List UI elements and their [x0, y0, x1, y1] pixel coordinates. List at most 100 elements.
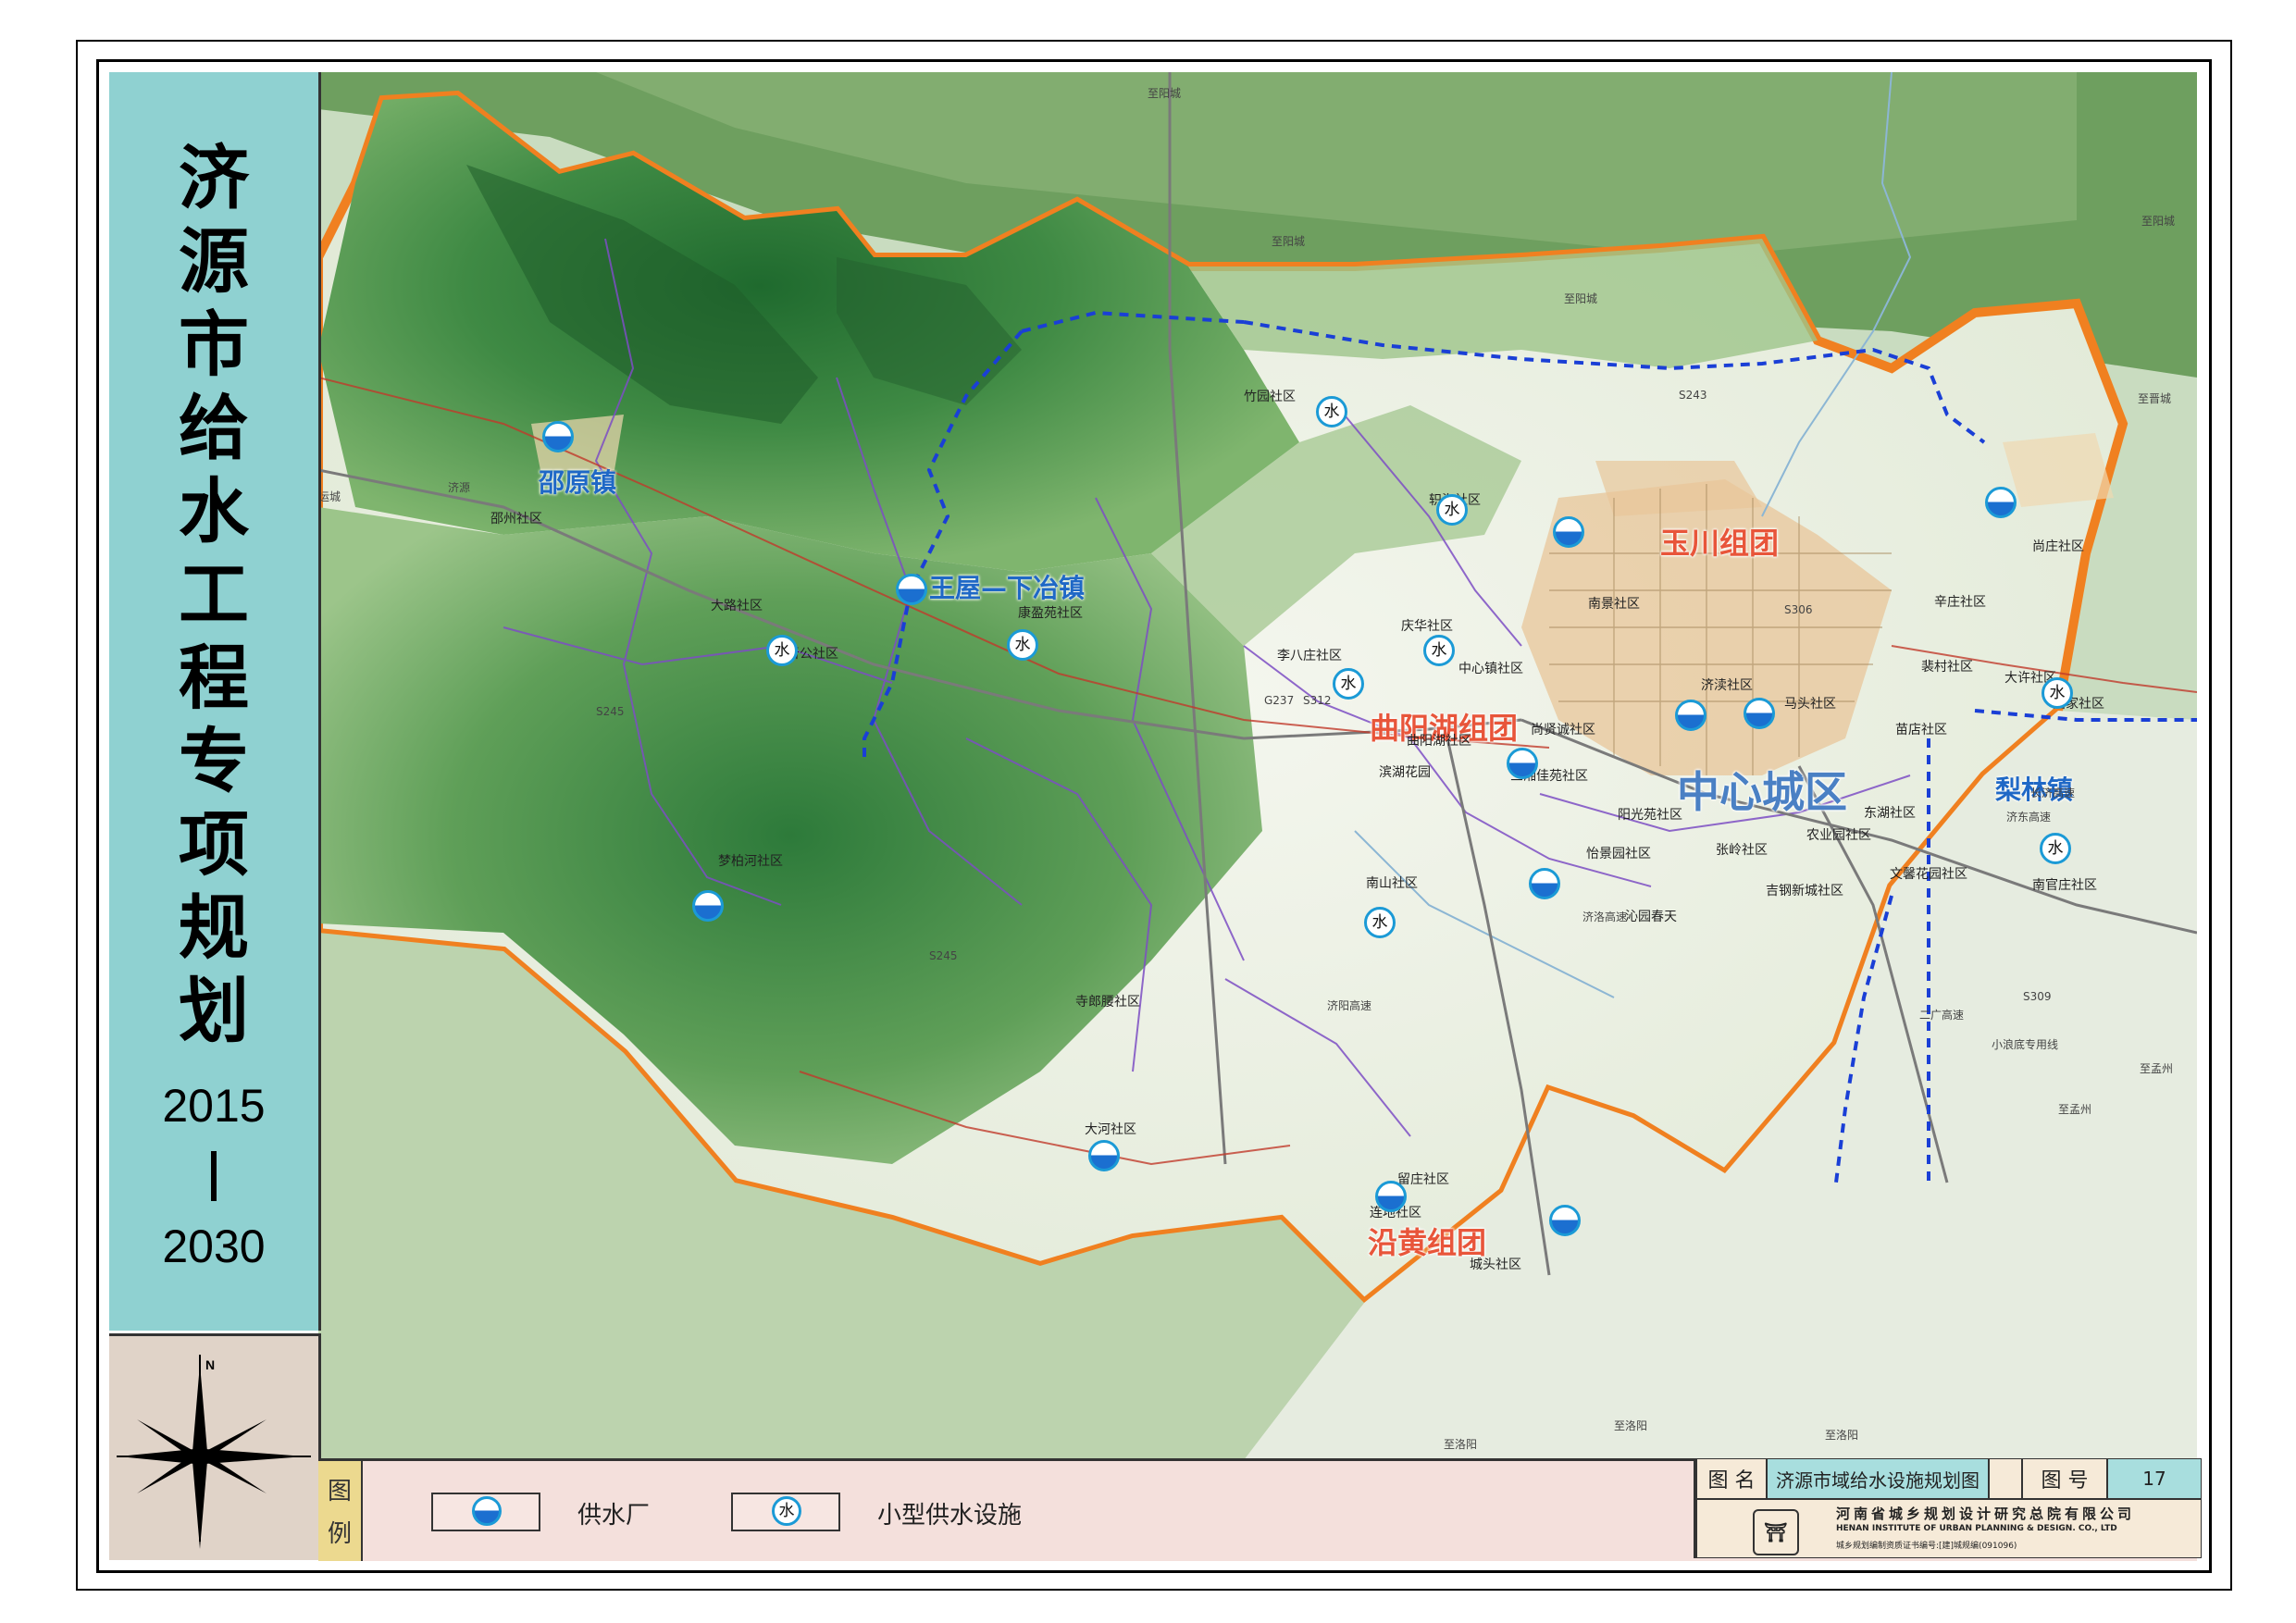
- year-end: 2030: [162, 1220, 266, 1272]
- small-water-facility-icon[interactable]: 水: [1423, 635, 1455, 666]
- place-label: 怡景园社区: [1586, 847, 1651, 861]
- road-label: 至孟州: [2140, 1062, 2174, 1075]
- place-label: 裴村社区: [1921, 660, 1973, 675]
- year-start: 2015: [162, 1080, 266, 1132]
- road-label: 至晋城: [2138, 392, 2172, 405]
- water-plant-icon[interactable]: [692, 890, 724, 922]
- place-label: 尚庄社区: [2032, 539, 2084, 554]
- place-label: 张岭社区: [1716, 843, 1768, 858]
- place-label: 济渎社区: [1701, 678, 1753, 693]
- legend-heading-char: 图: [327, 1478, 352, 1505]
- place-label: 竹园社区: [1244, 390, 1296, 404]
- small-water-facility-icon[interactable]: 水: [1364, 907, 1396, 938]
- road-label: 济东高速: [2006, 811, 2052, 824]
- place-label: 尚贤诚社区: [1531, 723, 1595, 737]
- map-name-label: 图 名: [1696, 1458, 1767, 1499]
- small-water-facility-icon[interactable]: 水: [1316, 396, 1347, 427]
- title-char: 水: [179, 470, 249, 552]
- town-label-shaoyuan: 邵原镇: [539, 467, 617, 498]
- map-number-label: 图 号: [2022, 1458, 2107, 1499]
- water-plant-icon[interactable]: [1529, 868, 1560, 899]
- year-separator: [211, 1151, 217, 1201]
- water-plant-icon[interactable]: [1744, 698, 1775, 729]
- place-label: 寺郎腰社区: [1075, 995, 1140, 1010]
- place-label: 城头社区: [1470, 1258, 1521, 1272]
- road-label: S309: [2023, 990, 2052, 1003]
- place-label: 留庄社区: [1397, 1172, 1449, 1187]
- place-label: 南官庄社区: [2032, 878, 2097, 893]
- road-label: 至阳城: [2141, 215, 2176, 228]
- map-number: 17: [2107, 1458, 2202, 1499]
- water-plant-icon[interactable]: [1375, 1181, 1407, 1212]
- small-water-facility-icon[interactable]: 水: [1436, 494, 1468, 526]
- water-plant-icon[interactable]: [1088, 1140, 1120, 1171]
- title-char: 程: [179, 637, 249, 719]
- cluster-label-yanhuang: 沿黄组团: [1368, 1225, 1487, 1260]
- place-label: 南景社区: [1588, 597, 1640, 612]
- place-label: 梦柏河社区: [718, 854, 783, 869]
- water-plant-icon[interactable]: [1985, 487, 2017, 518]
- place-label: 文馨花园社区: [1890, 867, 1967, 882]
- road-label: 至洛阳: [1825, 1429, 1859, 1442]
- place-label: 南山社区: [1366, 876, 1418, 891]
- place-label: 沁园春天: [1625, 910, 1677, 924]
- road-label: S245: [929, 949, 958, 962]
- place-label: 大河社区: [1085, 1122, 1136, 1137]
- road-label: 长济高速: [2030, 787, 2076, 799]
- place-label: 阳光苑社区: [1618, 808, 1682, 823]
- title-char: 划: [179, 970, 249, 1052]
- road-label: 济洛高速: [1582, 911, 1628, 923]
- place-label: 苗店社区: [1895, 723, 1947, 737]
- title-char: 给: [179, 387, 249, 469]
- north-arrow-icon: N: [117, 1355, 311, 1549]
- water-plant-icon: [472, 1496, 502, 1526]
- map-canvas[interactable]: 邵原镇 王屋—下冶镇 梨林镇 玉川组团 曲阳湖组团 中心城区 沿黄组团 邵州社区…: [318, 72, 2197, 1458]
- road-label: S306: [1784, 603, 1813, 616]
- road-label: 至阳城: [1148, 87, 1182, 100]
- road-label: 二广高速: [1919, 1009, 1965, 1022]
- place-label: 东湖社区: [1864, 806, 1916, 821]
- legend-label-small-facility: 小型供水设施: [877, 1502, 1023, 1530]
- certificate-number: 城乡规划编制资质证书编号:[建]城规编(091096): [1836, 1542, 2017, 1551]
- place-label: 庆华社区: [1401, 619, 1453, 634]
- water-plant-icon[interactable]: [542, 421, 574, 452]
- place-label: 辛庄社区: [1934, 595, 1986, 610]
- road-label: 至阳城: [1272, 235, 1306, 248]
- road-label: S243: [1679, 389, 1707, 402]
- water-plant-icon[interactable]: [896, 574, 927, 605]
- title-panel: 济源市给水工程专项规划 2015 2030: [109, 72, 321, 1331]
- road-label: 至洛阳: [1444, 1438, 1478, 1451]
- small-water-facility-icon[interactable]: 水: [1007, 629, 1038, 661]
- small-water-facility-icon[interactable]: 水: [2040, 833, 2071, 864]
- place-label: 滨湖花园: [1379, 765, 1431, 780]
- institute-name-en: HENAN INSTITUTE OF URBAN PLANNING & DESI…: [1836, 1524, 2117, 1533]
- place-label: 李八庄社区: [1277, 649, 1342, 663]
- legend-label-water-plant: 供水厂: [577, 1502, 651, 1530]
- road-label: S312: [1303, 694, 1332, 707]
- water-plant-icon[interactable]: [1507, 748, 1538, 779]
- water-plant-icon[interactable]: [1549, 1205, 1581, 1236]
- cluster-label-center-city: 中心城区: [1677, 767, 1847, 817]
- road-label: 小浪底专用线: [1992, 1038, 2059, 1051]
- title-char: 市: [179, 304, 249, 386]
- place-label: 大路社区: [711, 599, 763, 613]
- place-label: 农业园社区: [1806, 828, 1871, 843]
- legend-heading-char: 例: [327, 1520, 352, 1548]
- road-label: G237: [1264, 694, 1295, 707]
- small-water-facility-icon[interactable]: 水: [1333, 668, 1364, 700]
- title-char: 规: [179, 886, 249, 969]
- place-label: 康盈苑社区: [1018, 606, 1083, 621]
- compass-panel: N: [109, 1333, 321, 1560]
- terrain-map: [318, 72, 2197, 1458]
- cluster-label-yuchuan: 玉川组团: [1660, 526, 1780, 561]
- legend-heading: 图 例: [318, 1461, 363, 1561]
- water-plant-icon[interactable]: [1675, 700, 1706, 731]
- small-water-facility-icon[interactable]: 水: [766, 635, 798, 666]
- road-label: 济阳高速: [1327, 999, 1372, 1012]
- title-char: 项: [179, 803, 249, 886]
- place-label: 马头社区: [1784, 697, 1836, 712]
- water-plant-icon[interactable]: [1553, 516, 1584, 548]
- place-label: 中心镇社区: [1458, 662, 1523, 676]
- small-water-facility-icon[interactable]: 水: [2042, 677, 2073, 709]
- road-label: 至孟州: [2058, 1103, 2092, 1116]
